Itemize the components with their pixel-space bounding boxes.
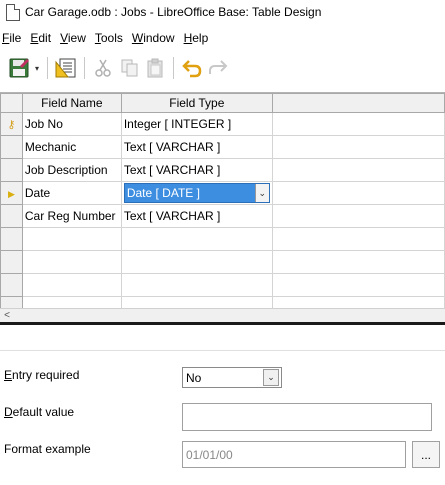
- column-header-field-name[interactable]: Field Name: [21, 93, 122, 113]
- save-icon[interactable]: [6, 55, 32, 81]
- field-type-cell[interactable]: Date [ DATE ] ⌄: [120, 181, 273, 205]
- description-cell[interactable]: [271, 250, 445, 274]
- row-header[interactable]: [0, 135, 23, 159]
- menu-view[interactable]: View: [56, 31, 90, 45]
- menu-tools[interactable]: Tools: [91, 31, 127, 45]
- fields-table: Field Name Field Type ⚷ Job No Integer […: [0, 93, 445, 320]
- table-row[interactable]: Job Description Text [ VARCHAR ]: [0, 158, 445, 182]
- field-name-cell[interactable]: [21, 227, 122, 251]
- toolbar-separator: [173, 57, 174, 79]
- row-header[interactable]: [0, 273, 23, 297]
- field-design-grid: Field Name Field Type ⚷ Job No Integer […: [0, 92, 445, 320]
- description-cell[interactable]: [271, 112, 445, 136]
- copy-icon[interactable]: [116, 55, 142, 81]
- field-properties-panel: Entry required No ⌄ Default value Format…: [0, 325, 445, 485]
- field-name-cell[interactable]: Date: [21, 181, 122, 205]
- menu-bar: File Edit View Tools Window Help: [0, 27, 445, 49]
- field-name-cell[interactable]: [21, 250, 122, 274]
- menu-file[interactable]: File: [0, 31, 25, 45]
- table-row-selected[interactable]: ▶ Date Date [ DATE ] ⌄: [0, 181, 445, 205]
- table-row[interactable]: Car Reg Number Text [ VARCHAR ]: [0, 204, 445, 228]
- scroll-left-icon[interactable]: <: [0, 310, 14, 321]
- menu-edit[interactable]: Edit: [26, 31, 55, 45]
- row-header[interactable]: [0, 250, 23, 274]
- document-icon: [6, 3, 20, 21]
- toolbar-separator: [84, 57, 85, 79]
- chevron-down-icon[interactable]: ⌄: [254, 184, 269, 202]
- field-type-value: Date [ DATE ]: [126, 186, 200, 200]
- index-design-icon[interactable]: [53, 55, 79, 81]
- field-type-cell[interactable]: [120, 227, 273, 251]
- redo-icon[interactable]: [205, 55, 231, 81]
- default-value-label: Default value: [4, 405, 75, 419]
- row-header[interactable]: ▶: [0, 181, 23, 205]
- description-cell[interactable]: [271, 158, 445, 182]
- field-name-cell[interactable]: Job Description: [21, 158, 122, 182]
- field-name-cell[interactable]: Job No: [21, 112, 122, 136]
- field-type-cell[interactable]: Integer [ INTEGER ]: [120, 112, 273, 136]
- field-name-cell[interactable]: [21, 273, 122, 297]
- paste-icon[interactable]: [142, 55, 168, 81]
- format-example-label: Format example: [4, 442, 91, 456]
- empty-row[interactable]: [0, 273, 445, 297]
- primary-key-icon: ⚷: [7, 119, 16, 131]
- menu-help[interactable]: Help: [180, 31, 213, 45]
- description-cell[interactable]: [271, 273, 445, 297]
- field-type-dropdown[interactable]: Date [ DATE ] ⌄: [123, 183, 270, 203]
- format-example-field: 01/01/00: [182, 441, 406, 468]
- field-name-cell[interactable]: Car Reg Number: [21, 204, 122, 228]
- description-cell[interactable]: [271, 227, 445, 251]
- row-header[interactable]: [0, 158, 23, 182]
- save-dropdown-arrow[interactable]: ▾: [32, 55, 42, 81]
- field-type-cell[interactable]: Text [ VARCHAR ]: [120, 135, 273, 159]
- table-row[interactable]: ⚷ Job No Integer [ INTEGER ]: [0, 112, 445, 136]
- horizontal-scrollbar[interactable]: <: [0, 308, 445, 322]
- field-name-cell[interactable]: Mechanic: [21, 135, 122, 159]
- toolbar: ▾: [0, 52, 445, 84]
- toolbar-separator: [47, 57, 48, 79]
- row-header[interactable]: ⚷: [0, 112, 23, 136]
- entry-required-label: Entry required: [4, 368, 80, 382]
- title-bar: Car Garage.odb : Jobs - LibreOffice Base…: [0, 0, 445, 24]
- field-type-cell[interactable]: Text [ VARCHAR ]: [120, 158, 273, 182]
- field-type-cell[interactable]: [120, 273, 273, 297]
- divider: [0, 350, 445, 351]
- header-row: Field Name Field Type: [0, 93, 445, 113]
- description-cell[interactable]: [271, 181, 445, 205]
- description-cell[interactable]: [271, 204, 445, 228]
- empty-row[interactable]: [0, 227, 445, 251]
- empty-row[interactable]: [0, 250, 445, 274]
- table-row[interactable]: Mechanic Text [ VARCHAR ]: [0, 135, 445, 159]
- entry-required-value: No: [186, 370, 202, 385]
- entry-required-dropdown[interactable]: No ⌄: [182, 367, 282, 388]
- column-header-description: [271, 93, 445, 113]
- field-type-cell[interactable]: Text [ VARCHAR ]: [120, 204, 273, 228]
- row-header[interactable]: [0, 204, 23, 228]
- field-type-cell[interactable]: [120, 250, 273, 274]
- menu-window[interactable]: Window: [128, 31, 179, 45]
- corner-header: [0, 93, 23, 113]
- current-row-icon: ▶: [7, 189, 15, 199]
- format-button[interactable]: ...: [412, 441, 440, 468]
- window-title: Car Garage.odb : Jobs - LibreOffice Base…: [25, 5, 322, 19]
- cut-icon[interactable]: [90, 55, 116, 81]
- undo-icon[interactable]: [179, 55, 205, 81]
- row-header[interactable]: [0, 227, 23, 251]
- default-value-input[interactable]: [182, 403, 432, 431]
- description-cell[interactable]: [271, 135, 445, 159]
- chevron-down-icon[interactable]: ⌄: [263, 369, 279, 386]
- column-header-field-type[interactable]: Field Type: [120, 93, 273, 113]
